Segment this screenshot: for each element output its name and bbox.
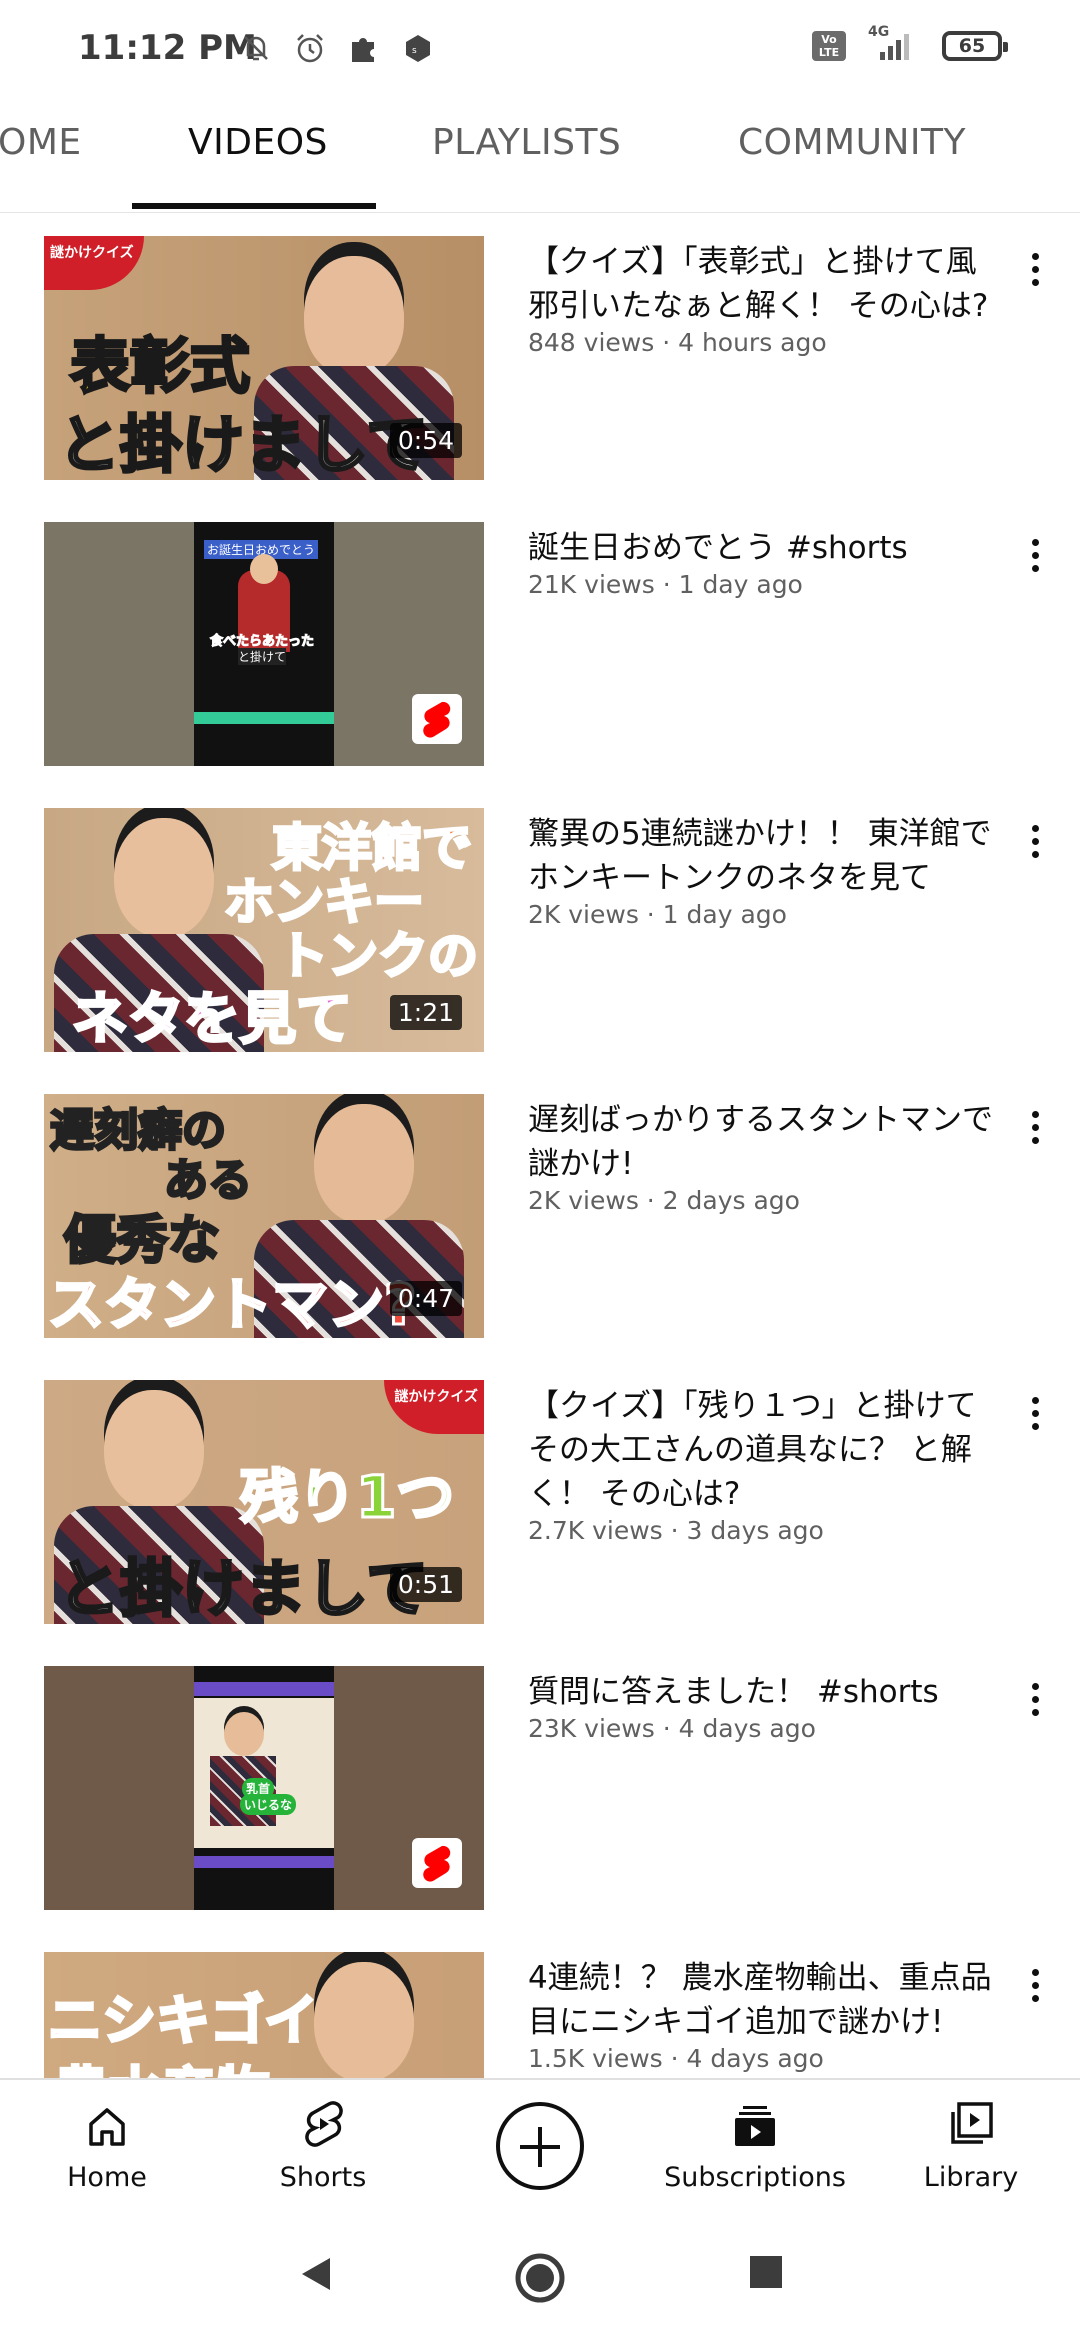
shorts-badge-icon xyxy=(412,1838,462,1888)
video-meta: 848 views · 4 hours ago xyxy=(528,328,827,357)
video-thumbnail[interactable]: 謎かけクイズ 残り1つ と掛けまして 0:51 xyxy=(44,1380,484,1624)
nav-subscriptions-label: Subscriptions xyxy=(664,2162,846,2193)
thumbnail-text: いじるな xyxy=(240,1794,297,1815)
thumbnail-badge: 謎かけクイズ xyxy=(44,236,144,290)
more-options-icon[interactable] xyxy=(1018,1102,1052,1152)
status-bar: 11:12 PM s Vo LTE 4G 65 xyxy=(0,0,1080,96)
short-frame: 乳首 いじるな xyxy=(194,1666,334,1910)
subscriptions-icon xyxy=(735,2106,775,2146)
more-options-icon[interactable] xyxy=(1018,530,1052,580)
nav-library-label: Library xyxy=(923,2162,1019,2193)
signal-icon: 4G xyxy=(864,24,924,64)
nav-shorts[interactable]: Shorts xyxy=(228,2098,418,2193)
video-duration: 0:51 xyxy=(389,1567,462,1602)
video-meta: 23K views · 4 days ago xyxy=(528,1714,816,1743)
video-list[interactable]: 謎かけクイズ 表彰式 と掛けまして 0:54 【クイズ】「表彰式」と掛けて風邪引… xyxy=(0,212,1080,2078)
bottom-navigation: Home Shorts Subscriptions Library xyxy=(0,2078,1080,2216)
home-icon xyxy=(89,2108,125,2146)
video-meta: 1.5K views · 4 days ago xyxy=(528,2044,824,2073)
thumbnail-text: 食べたらあたった xyxy=(209,634,315,650)
video-title[interactable]: 【クイズ】「残り１つ」と掛けてその大工さんの道具なに？ と解く！ その心は? xyxy=(528,1384,1004,1516)
thumbnail-text: 残り1つ xyxy=(238,1462,455,1533)
video-thumbnail[interactable]: ニシキゴイ 農水産物 xyxy=(44,1952,484,2078)
video-title[interactable]: 驚異の5連続謎かけ！！ 東洋館でホンキートンクのネタを見て xyxy=(528,812,1004,900)
system-navigation-bar xyxy=(0,2214,1080,2340)
video-title[interactable]: 4連続！？ 農水産物輸出、重点品目にニシキゴイ追加で謎かけ! xyxy=(528,1956,1004,2044)
more-options-icon[interactable] xyxy=(1018,244,1052,294)
thumbnail-text: ネタを見て xyxy=(71,986,354,1053)
nav-shorts-label: Shorts xyxy=(279,2162,367,2193)
library-icon xyxy=(951,2102,993,2144)
volte-icon: Vo LTE xyxy=(812,31,846,61)
nav-subscriptions[interactable]: Subscriptions xyxy=(660,2098,850,2193)
video-duration: 0:47 xyxy=(389,1281,462,1316)
tab-videos[interactable]: VIDEOS xyxy=(188,122,328,163)
video-meta: 2K views · 1 day ago xyxy=(528,900,787,929)
video-meta: 2.7K views · 3 days ago xyxy=(528,1516,824,1545)
more-options-icon[interactable] xyxy=(1018,1388,1052,1438)
tab-community[interactable]: COMMUNITY xyxy=(738,122,966,163)
video-thumbnail[interactable]: 謎かけクイズ 表彰式 と掛けまして 0:54 xyxy=(44,236,484,480)
alarm-icon xyxy=(290,28,330,68)
thumbnail-badge: 謎かけクイズ xyxy=(384,1380,484,1434)
video-thumbnail[interactable]: お誕生日おめでとう 食べたらあたった と掛けて xyxy=(44,522,484,766)
thumbnail-text: と掛けて xyxy=(238,648,287,665)
tab-home[interactable]: OME xyxy=(0,122,82,163)
video-duration: 0:54 xyxy=(389,423,462,458)
mute-notifications-icon xyxy=(236,28,276,68)
short-frame: お誕生日おめでとう 食べたらあたった と掛けて xyxy=(194,522,334,766)
status-right: Vo LTE 4G 65 xyxy=(812,24,1008,64)
status-time: 11:12 PM xyxy=(78,28,257,68)
thumbnail-text: と掛けまして xyxy=(56,407,429,481)
nav-home-label: Home xyxy=(67,2162,147,2193)
video-item[interactable]: 謎かけクイズ 表彰式 と掛けまして 0:54 【クイズ】「表彰式」と掛けて風邪引… xyxy=(0,212,1080,498)
thumbnail-text: ニシキゴイ xyxy=(47,1988,320,2054)
video-item[interactable]: ニシキゴイ 農水産物 4連続！？ 農水産物輸出、重点品目にニシキゴイ追加で謎かけ… xyxy=(0,1928,1080,2078)
video-duration: 1:21 xyxy=(389,995,462,1030)
video-title[interactable]: 遅刻ばっかりするスタントマンで謎かけ! xyxy=(528,1098,1004,1186)
back-icon[interactable] xyxy=(296,2252,336,2296)
svg-text:s: s xyxy=(412,46,417,56)
video-item[interactable]: 東洋館で ホンキー トンクの ネタを見て 1:21 驚異の5連続謎かけ！！ 東洋… xyxy=(0,784,1080,1070)
thumbnail-text: スタントマン? xyxy=(46,1272,417,1339)
video-thumbnail[interactable]: 遅刻癖の ある 優秀な スタントマン? 0:47 xyxy=(44,1094,484,1338)
thumbnail-text: と掛けまして xyxy=(56,1551,429,1625)
more-options-icon[interactable] xyxy=(1018,1674,1052,1724)
home-button-icon[interactable] xyxy=(514,2252,566,2304)
video-meta: 21K views · 1 day ago xyxy=(528,570,803,599)
puzzle-icon xyxy=(344,28,384,68)
nav-home[interactable]: Home xyxy=(12,2098,202,2193)
shorts-badge-icon xyxy=(412,694,462,744)
channel-tabs: OME VIDEOS PLAYLISTS COMMUNITY xyxy=(0,96,1080,213)
video-title[interactable]: 【クイズ】「表彰式」と掛けて風邪引いたなぁと解く！ その心は? xyxy=(528,240,1004,328)
video-title[interactable]: 誕生日おめでとう #shorts xyxy=(528,526,1004,570)
video-item[interactable]: 遅刻癖の ある 優秀な スタントマン? 0:47 遅刻ばっかりするスタントマンで… xyxy=(0,1070,1080,1356)
video-title[interactable]: 質問に答えました！ #shorts xyxy=(528,1670,1004,1714)
app-notification-icon: s xyxy=(398,28,438,68)
recents-icon[interactable] xyxy=(746,2252,786,2292)
video-meta: 2K views · 2 days ago xyxy=(528,1186,800,1215)
more-options-icon[interactable] xyxy=(1018,816,1052,866)
video-thumbnail[interactable]: 東洋館で ホンキー トンクの ネタを見て 1:21 xyxy=(44,808,484,1052)
battery-icon: 65 xyxy=(942,31,1008,61)
video-thumbnail[interactable]: 乳首 いじるな xyxy=(44,1666,484,1910)
nav-library[interactable]: Library xyxy=(876,2098,1066,2193)
thumbnail-text: 表彰式 xyxy=(69,331,252,404)
thumbnail-text: 農水産物 xyxy=(53,2048,272,2079)
video-item[interactable]: お誕生日おめでとう 食べたらあたった と掛けて 誕生日おめでとう #shorts… xyxy=(0,498,1080,784)
video-item[interactable]: 乳首 いじるな 質問に答えました！ #shorts 23K views · 4 … xyxy=(0,1642,1080,1928)
active-tab-indicator xyxy=(132,203,376,209)
notification-icons: s xyxy=(236,28,438,68)
tab-playlists[interactable]: PLAYLISTS xyxy=(432,122,621,163)
create-button[interactable] xyxy=(496,2102,584,2190)
shorts-icon xyxy=(305,2101,343,2147)
more-options-icon[interactable] xyxy=(1018,1960,1052,2010)
video-item[interactable]: 謎かけクイズ 残り1つ と掛けまして 0:51 【クイズ】「残り１つ」と掛けてそ… xyxy=(0,1356,1080,1642)
